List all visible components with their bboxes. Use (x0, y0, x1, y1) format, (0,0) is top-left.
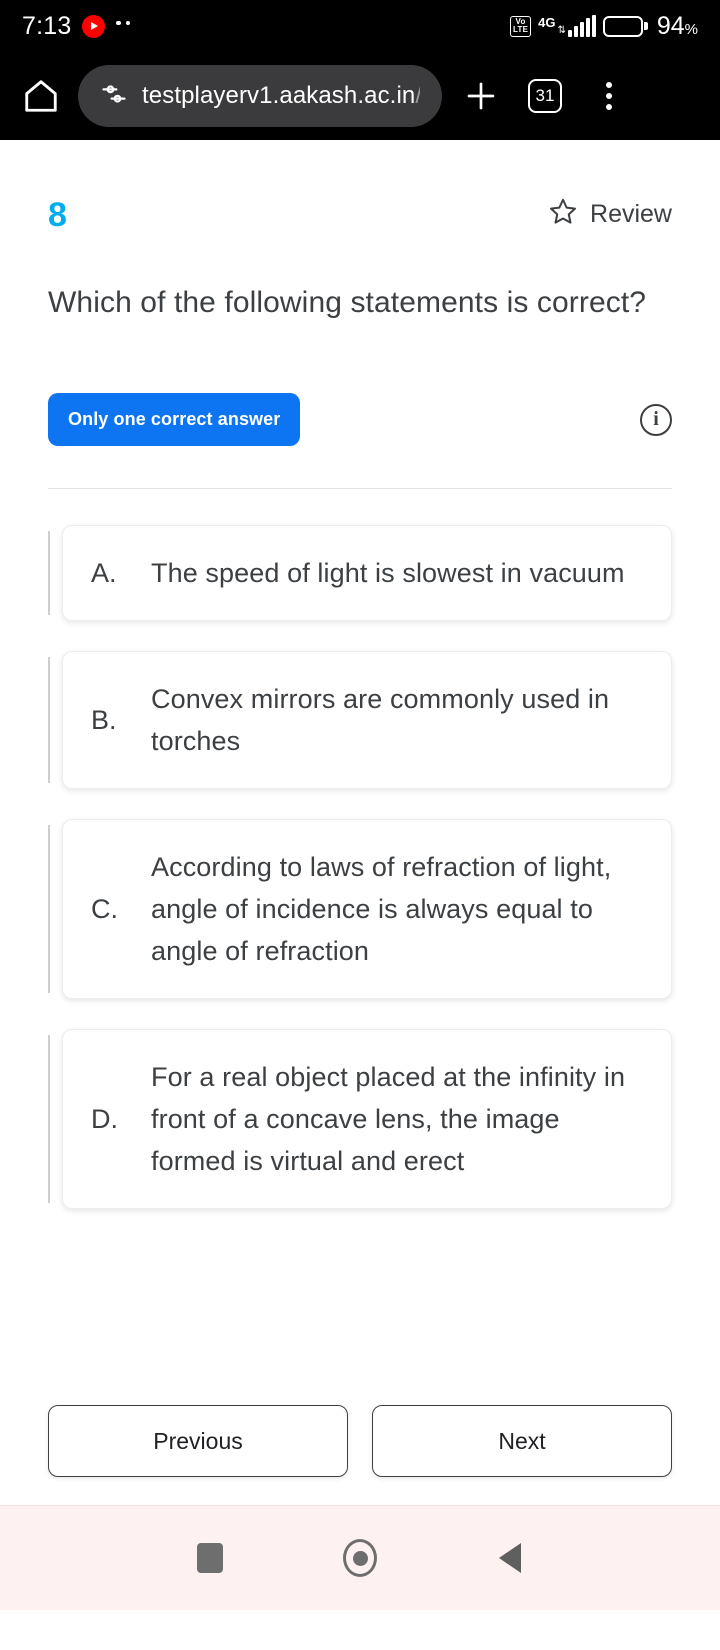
option-b[interactable]: B. Convex mirrors are commonly used in t… (48, 651, 672, 789)
network-type-label: 4G (538, 15, 556, 30)
battery-percent-label: 94% (656, 11, 698, 40)
triangle-back-icon[interactable] (435, 1543, 585, 1573)
overflow-notification-dots-icon (116, 20, 131, 26)
home-icon[interactable] (18, 73, 64, 119)
address-bar[interactable]: testplayerv1.aakash.ac.in/t (78, 65, 442, 127)
option-letter: B. (91, 704, 117, 735)
signal-bars-icon (567, 15, 596, 37)
option-text: Convex mirrors are commonly used in torc… (151, 684, 610, 756)
question-text: Which of the following statements is cor… (48, 286, 647, 319)
review-label: Review (590, 200, 672, 228)
volte-icon: Vo LTE (509, 15, 532, 37)
option-text: The speed of light is slowest in vacuum (151, 558, 625, 588)
tune-icon[interactable] (100, 80, 128, 113)
circle-home-icon[interactable] (285, 1539, 435, 1577)
next-button[interactable]: Next (372, 1405, 672, 1477)
option-a[interactable]: A. The speed of light is slowest in vacu… (48, 525, 672, 621)
option-c[interactable]: C. According to laws of refraction of li… (48, 819, 672, 999)
status-bar-right: Vo LTE 4G ⇅ 94% (509, 11, 698, 41)
review-button[interactable]: Review (548, 196, 672, 233)
status-clock: 7:13 (22, 11, 72, 40)
more-vertical-icon[interactable] (584, 71, 634, 121)
option-letter: C. (91, 893, 118, 924)
option-letter: D. (91, 1103, 118, 1134)
data-arrows-icon: ⇅ (557, 25, 566, 36)
android-navigation-bar (0, 1505, 720, 1610)
option-d[interactable]: D. For a real object placed at the infin… (48, 1029, 672, 1209)
tab-count-label: 31 (528, 79, 562, 113)
signal-icon: 4G ⇅ (538, 15, 596, 37)
android-status-bar: 7:13 Vo LTE 4G ⇅ 94% (0, 0, 720, 52)
question-page: 8 Review Which of the following statemen… (0, 140, 720, 1505)
question-navigation: Previous Next (0, 1405, 720, 1477)
option-letter: A. (91, 557, 117, 588)
square-recents-icon[interactable] (135, 1543, 285, 1573)
question-header: 8 Review (0, 140, 720, 233)
battery-icon (602, 15, 648, 37)
youtube-icon (82, 14, 106, 38)
status-bar-left: 7:13 (22, 11, 131, 41)
option-text: For a real object placed at the infinity… (151, 1062, 626, 1176)
options-list: A. The speed of light is slowest in vacu… (0, 489, 720, 1209)
plus-icon[interactable] (456, 71, 506, 121)
question-meta-row: Only one correct answer i (0, 329, 720, 446)
option-text: According to laws of refraction of light… (151, 852, 612, 966)
question-number: 8 (48, 195, 67, 234)
volte-line-2: LTE (512, 25, 529, 34)
previous-button[interactable]: Previous (48, 1405, 348, 1477)
tab-counter-icon[interactable]: 31 (520, 71, 570, 121)
info-icon[interactable]: i (640, 403, 672, 436)
star-outline-icon (548, 196, 578, 233)
browser-toolbar: testplayerv1.aakash.ac.in/t 31 (0, 52, 720, 140)
url-text: testplayerv1.aakash.ac.in/t (142, 82, 420, 109)
answer-type-badge: Only one correct answer (48, 393, 301, 446)
